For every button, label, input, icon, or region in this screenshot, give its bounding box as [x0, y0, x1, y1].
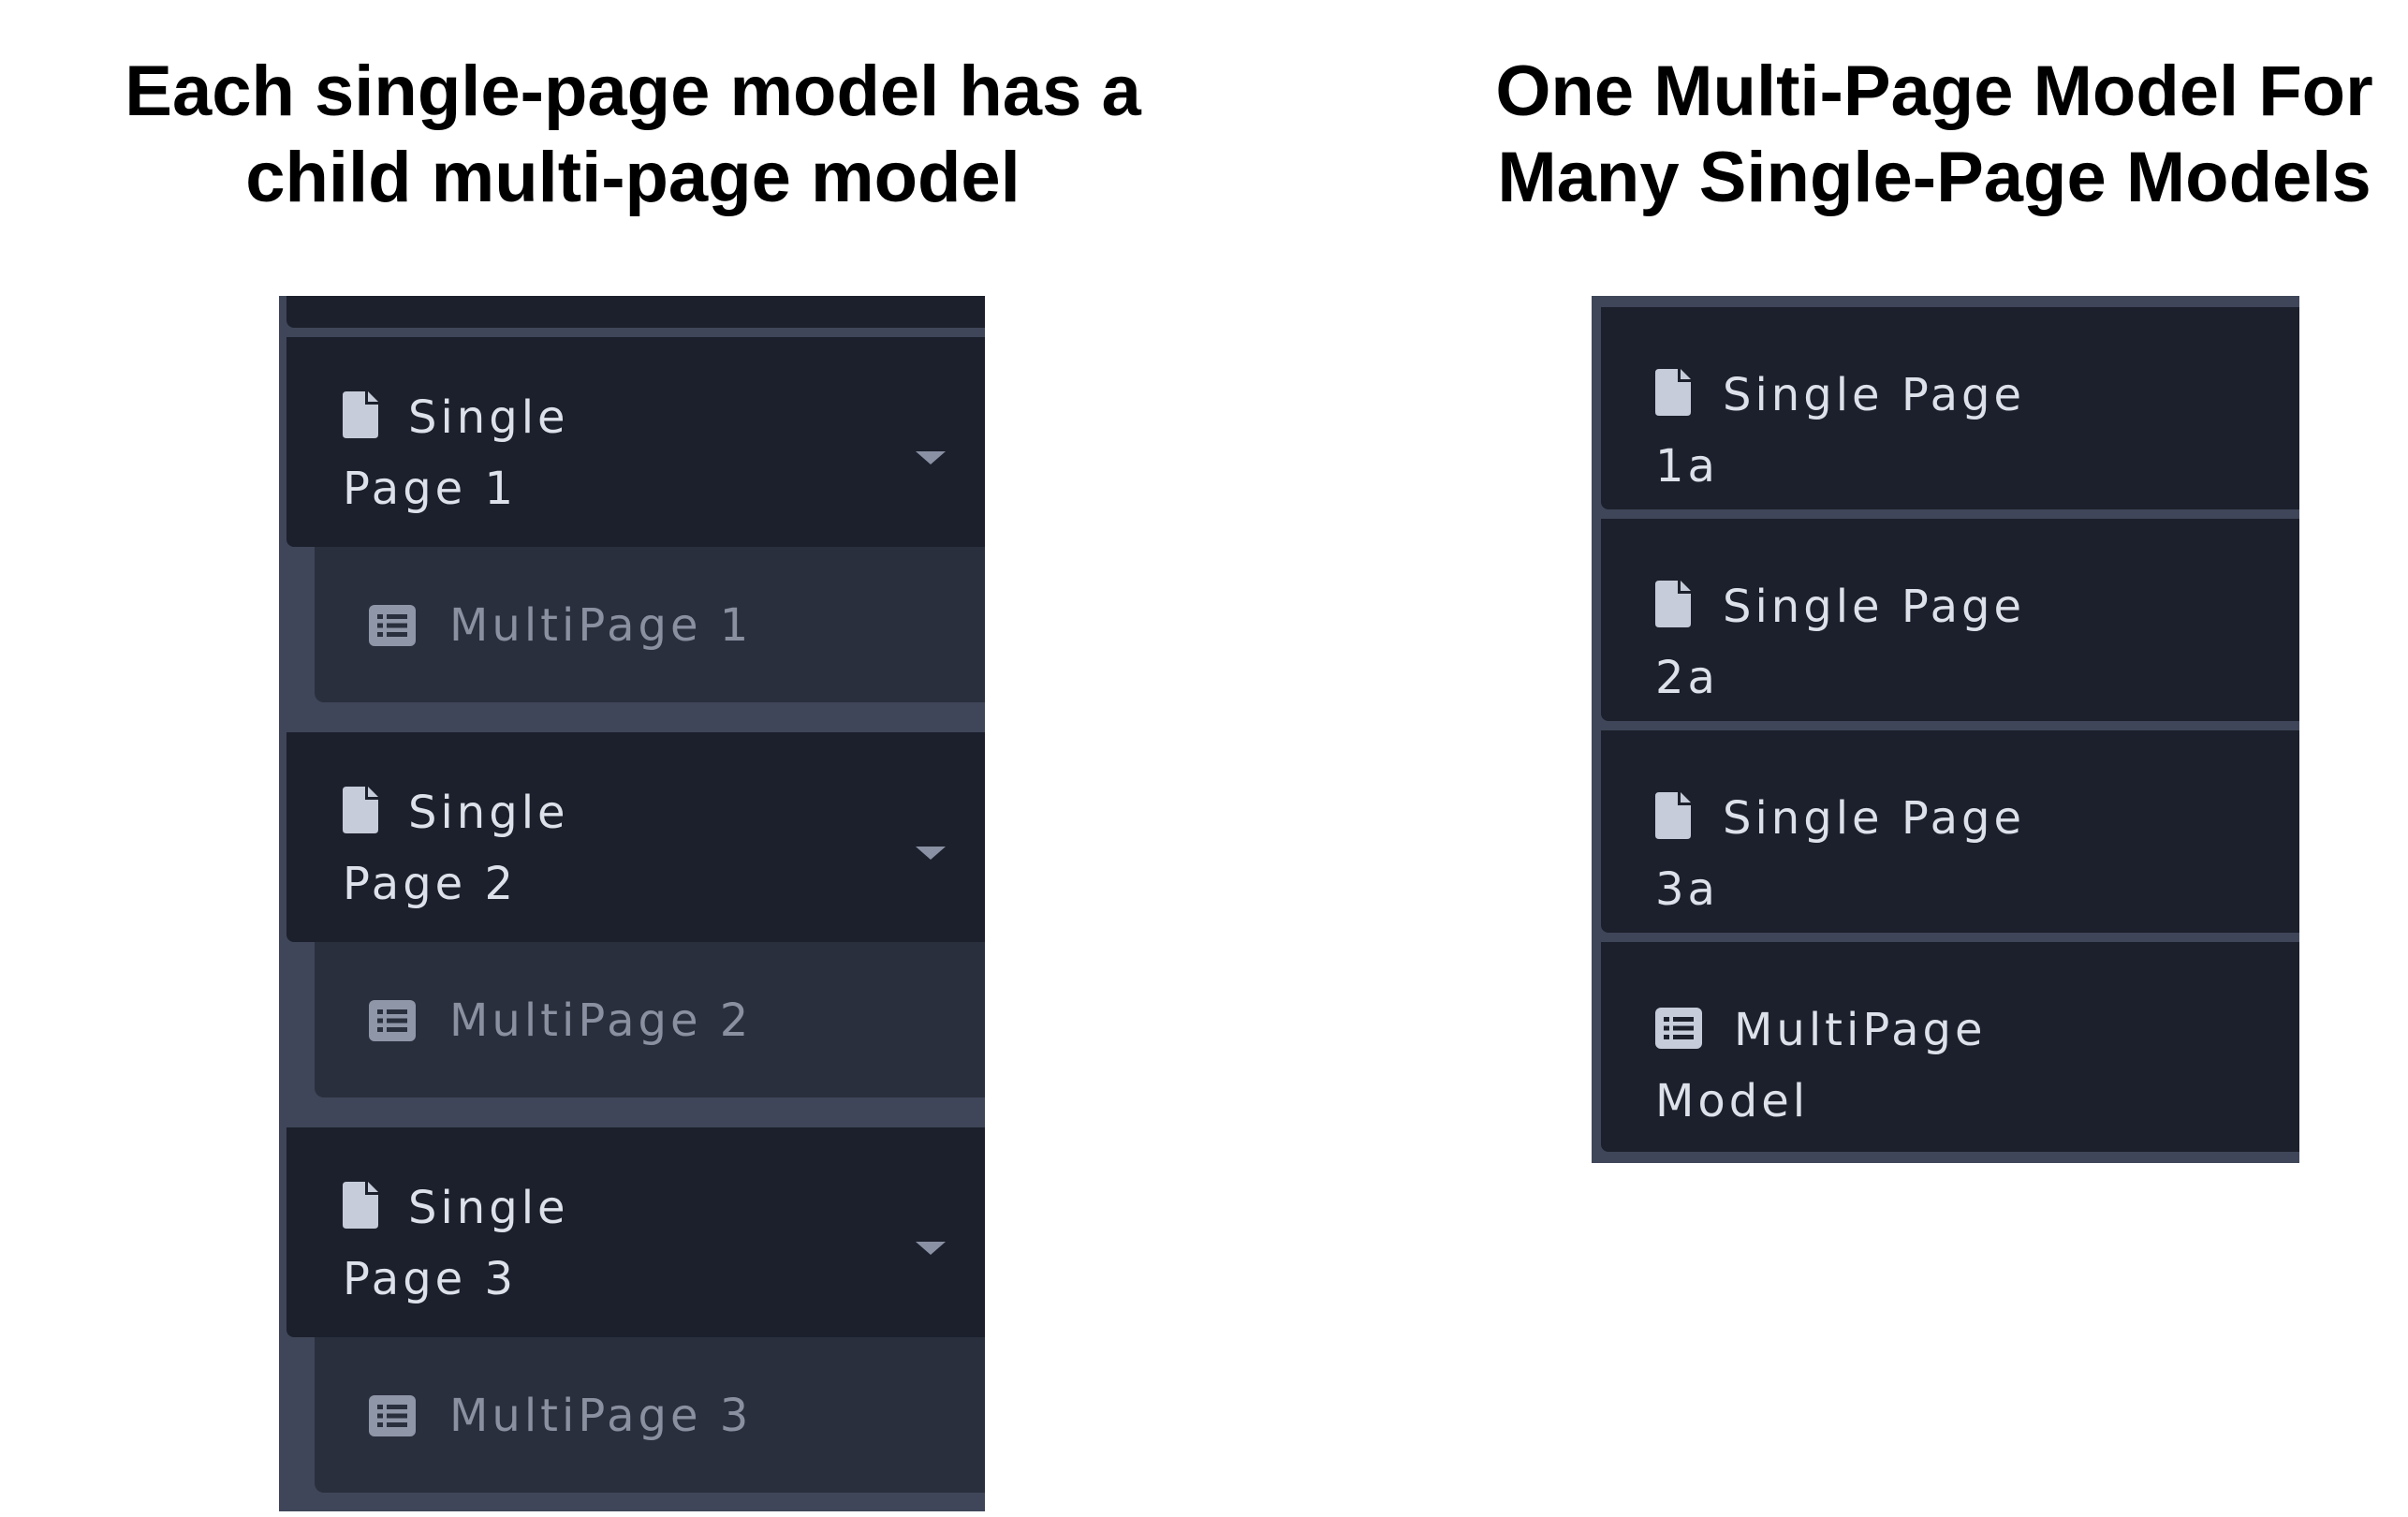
caret-down-icon[interactable] [916, 451, 946, 464]
right-diagram-title: One Multi-Page Model For Many Single-Pag… [1461, 49, 2408, 221]
list-item-single-page-1a[interactable]: Single Page 1a [1601, 307, 2299, 509]
list-item-single-page-3a[interactable]: Single Page 3a [1601, 730, 2299, 933]
tree-item-label: Single Page 3 [343, 1182, 569, 1305]
caret-down-icon[interactable] [916, 847, 946, 860]
tree-item-label: MultiPage 3 [449, 1390, 753, 1442]
list-item-multipage-model[interactable]: MultiPage Model [1601, 942, 2299, 1152]
tree-item-single-page-3[interactable]: Single Page 3 [286, 1127, 985, 1337]
right-title-line-2: Many Single-Page Models [1497, 138, 2371, 217]
list-item-label: Single Page 3a [1655, 792, 2026, 916]
tree-item-multipage-3[interactable]: MultiPage 3 [315, 1337, 985, 1493]
previous-item-sliver [286, 296, 985, 328]
tree-item-label: Single Page 2 [343, 787, 569, 910]
left-title-line-1: Each single-page model has a [125, 52, 1141, 131]
tree-item-label: MultiPage 2 [449, 994, 753, 1047]
tree-item-label: Single Page 1 [343, 391, 569, 515]
tree-item-label: MultiPage 1 [449, 599, 753, 652]
caret-down-icon[interactable] [916, 1242, 946, 1255]
list-item-single-page-2a[interactable]: Single Page 2a [1601, 519, 2299, 721]
tree-item-single-page-1[interactable]: Single Page 1 [286, 337, 985, 547]
list-item-label: Single Page 1a [1655, 369, 2026, 493]
left-diagram-title: Each single-page model has a child multi… [73, 49, 1193, 221]
tree-item-multipage-2[interactable]: MultiPage 2 [315, 942, 985, 1097]
table-list-icon [369, 1395, 416, 1436]
list-item-label: Single Page 2a [1655, 581, 2026, 704]
list-item-label: MultiPage Model [1655, 1004, 1987, 1127]
table-list-icon [369, 1000, 416, 1041]
left-title-line-2: child multi-page model [245, 138, 1020, 217]
tree-item-single-page-2[interactable]: Single Page 2 [286, 732, 985, 942]
tree-item-multipage-1[interactable]: MultiPage 1 [315, 547, 985, 702]
right-title-line-1: One Multi-Page Model For [1495, 52, 2373, 131]
flat-model-list: Single Page 1a Single Page 2a Single Pag… [1592, 296, 2299, 1163]
table-list-icon [369, 605, 416, 646]
nested-model-tree: Single Page 1 MultiPage 1 Single Page 2 … [279, 296, 985, 1511]
